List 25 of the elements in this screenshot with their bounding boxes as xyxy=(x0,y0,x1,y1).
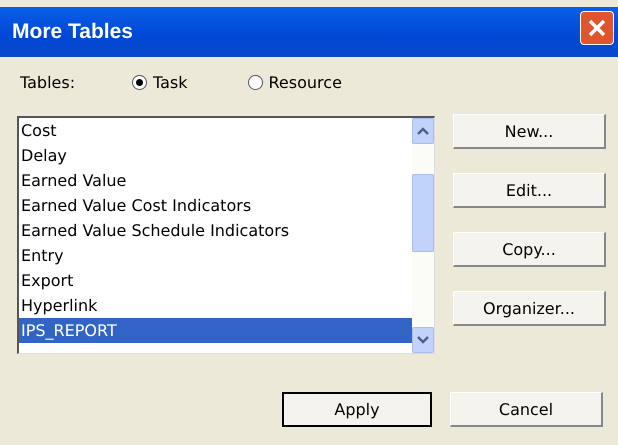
list-item[interactable]: Delay xyxy=(19,143,412,168)
scrollbar[interactable] xyxy=(412,118,434,353)
scroll-up-button[interactable] xyxy=(412,118,434,144)
scroll-down-button[interactable] xyxy=(412,327,434,353)
side-button[interactable]: New... xyxy=(453,114,606,149)
list-item[interactable]: Export xyxy=(19,268,412,293)
side-button[interactable]: Organizer... xyxy=(453,291,606,326)
list-item[interactable]: Earned Value xyxy=(19,168,412,193)
radio-option[interactable]: Resource xyxy=(248,72,342,92)
radio-option[interactable]: Task xyxy=(132,72,188,92)
dialog-button[interactable]: Apply xyxy=(282,392,432,427)
list-item[interactable]: Entry xyxy=(19,243,412,268)
dialog-button[interactable]: Cancel xyxy=(450,392,603,427)
window-title: More Tables xyxy=(12,20,133,44)
side-button[interactable]: Copy... xyxy=(453,232,606,267)
list-item[interactable]: IPS_REPORT xyxy=(19,318,412,343)
side-button[interactable]: Edit... xyxy=(453,173,606,208)
close-button[interactable] xyxy=(580,11,614,45)
list-item[interactable]: Earned Value Schedule Indicators xyxy=(19,218,412,243)
tables-label: Tables: xyxy=(20,72,76,92)
list-item[interactable]: Earned Value Cost Indicators xyxy=(19,193,412,218)
list-item[interactable]: Hyperlink xyxy=(19,293,412,318)
scroll-thumb[interactable] xyxy=(412,174,434,252)
list-item[interactable]: Cost xyxy=(19,118,412,143)
close-icon xyxy=(586,17,608,39)
